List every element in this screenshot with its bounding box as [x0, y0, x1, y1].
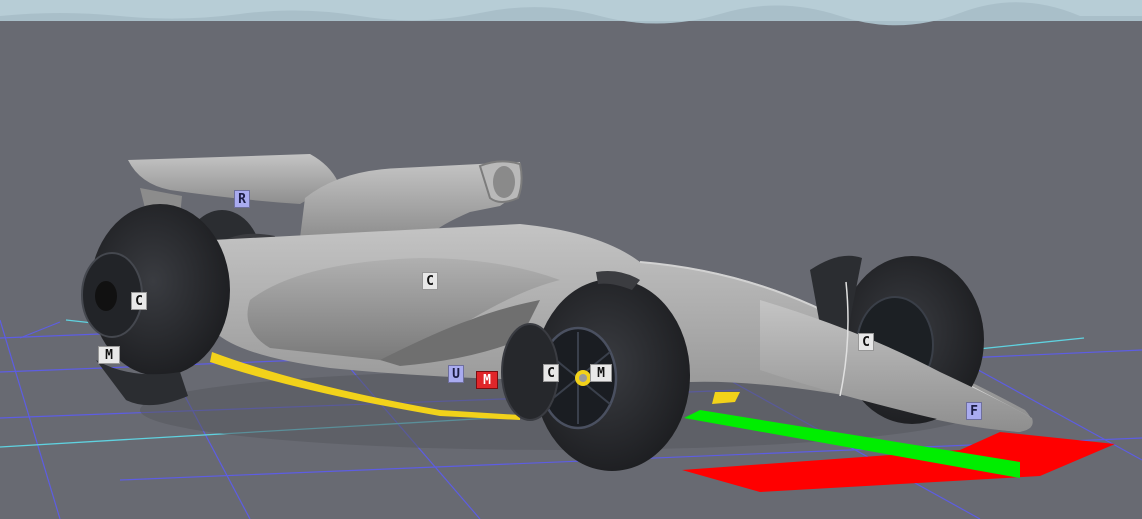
airbox-hole — [493, 166, 515, 198]
mount-marker-selected[interactable]: M — [476, 371, 498, 389]
front-wheel-axle-center — [579, 374, 587, 382]
chassis-marker-rear-wheel[interactable]: C — [131, 292, 147, 310]
chassis-marker-nose[interactable]: C — [858, 333, 874, 351]
chassis-marker-front-wheel[interactable]: C — [543, 364, 559, 382]
mount-marker-rear-wheel[interactable]: M — [98, 346, 120, 364]
mount-marker-front-wheel[interactable]: M — [590, 364, 612, 382]
3d-viewport[interactable]: R C C M U M C M C F — [0, 0, 1142, 519]
car-scene[interactable] — [0, 0, 1142, 519]
chassis-marker-sidepod[interactable]: C — [422, 272, 438, 290]
underbody-marker[interactable]: U — [448, 365, 464, 383]
front-wing-marker[interactable]: F — [966, 402, 982, 420]
rear-near-hub — [95, 281, 117, 311]
rear-wing-marker[interactable]: R — [234, 190, 250, 208]
